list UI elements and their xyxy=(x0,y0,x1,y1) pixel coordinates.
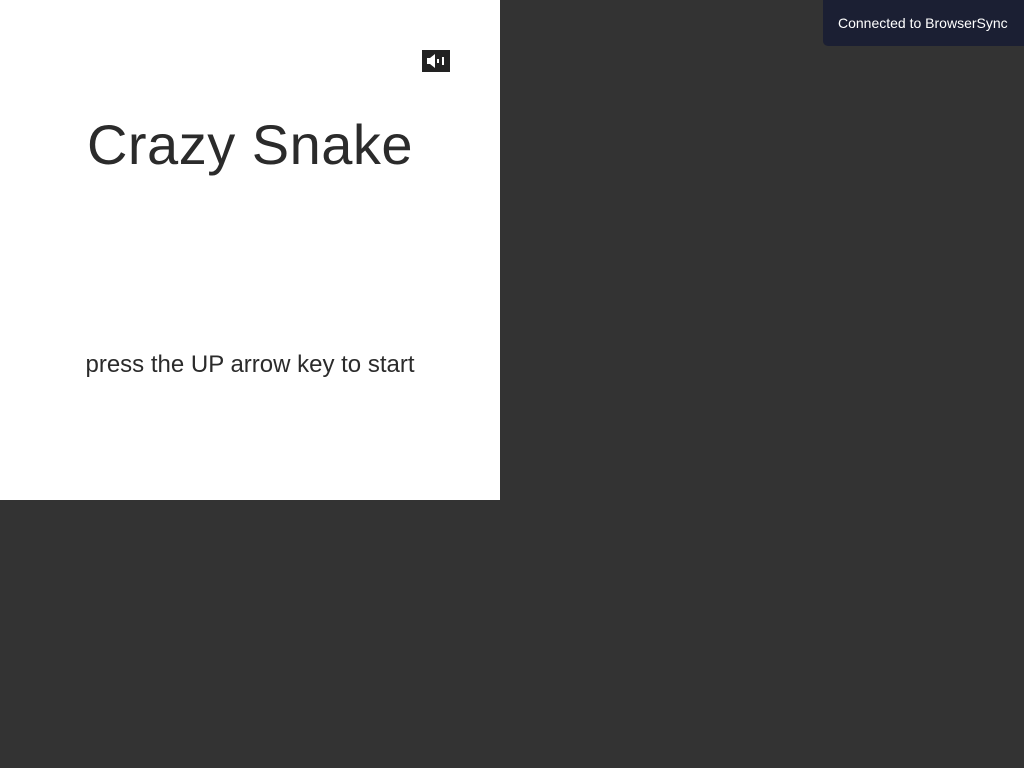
game-panel: Crazy Snake press the UP arrow key to st… xyxy=(0,0,500,500)
mute-button[interactable] xyxy=(422,50,450,72)
start-instruction: press the UP arrow key to start xyxy=(85,351,415,378)
browsersync-notification: Connected to BrowserSync xyxy=(823,0,1024,46)
game-title: Crazy Snake xyxy=(86,113,414,176)
speaker-mute-icon xyxy=(426,54,446,68)
